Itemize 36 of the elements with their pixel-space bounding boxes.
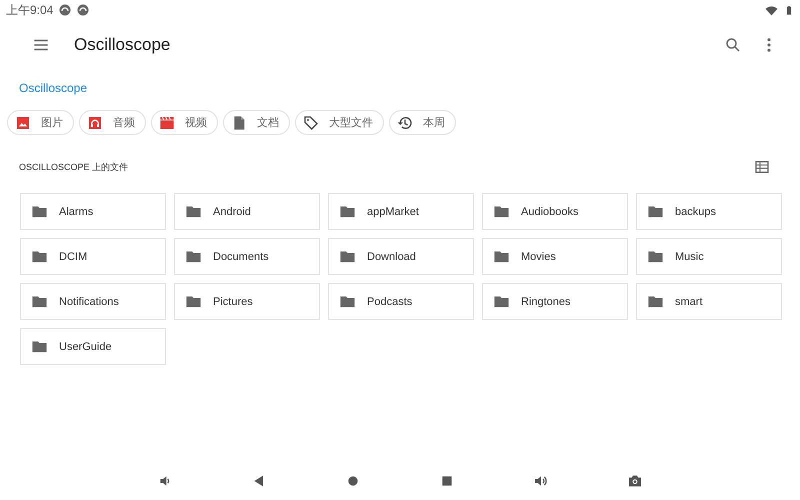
folder-item[interactable]: Ringtones [482,283,628,320]
folder-item[interactable]: Android [174,193,320,230]
section-title: OSCILLOSCOPE 上的文件 [19,160,130,174]
headphones-icon [87,114,103,130]
tag-icon [303,114,319,130]
folder-item[interactable]: Documents [174,238,320,275]
image-icon [15,114,31,130]
breadcrumb-link[interactable]: Oscilloscope [19,81,88,95]
filter-chip[interactable]: 图片 [7,110,74,135]
battery-icon [784,4,794,16]
folder-item[interactable]: Pictures [174,283,320,320]
folder-item[interactable]: Alarms [20,193,166,230]
folder-item[interactable]: Audiobooks [482,193,628,230]
filter-chip[interactable]: 大型文件 [295,110,384,135]
history-icon [397,114,413,130]
folder-item[interactable]: Podcasts [328,283,474,320]
filter-chip[interactable]: 文档 [223,110,290,135]
wifi-icon [765,4,778,16]
folder-item[interactable]: DCIM [20,238,166,275]
folder-item[interactable]: Download [328,238,474,275]
folder-item[interactable]: smart [636,283,782,320]
folder-item[interactable]: Music [636,238,782,275]
folder-item[interactable]: appMarket [328,193,474,230]
camera-icon[interactable] [627,473,643,489]
filter-chip[interactable]: 视频 [151,110,218,135]
notification-icon [59,4,72,16]
filter-chip[interactable]: 音频 [79,110,146,135]
filter-chip[interactable]: 本周 [389,110,456,135]
clapperboard-icon [159,114,175,130]
folder-item[interactable]: Movies [482,238,628,275]
folder-item[interactable]: UserGuide [20,328,166,365]
folder-item[interactable]: Notifications [20,283,166,320]
folder-item[interactable]: backups [636,193,782,230]
toolbar-title: Oscilloscope [74,35,172,55]
notification-icon [77,4,90,16]
status-time: 上午9:04 [6,2,54,18]
